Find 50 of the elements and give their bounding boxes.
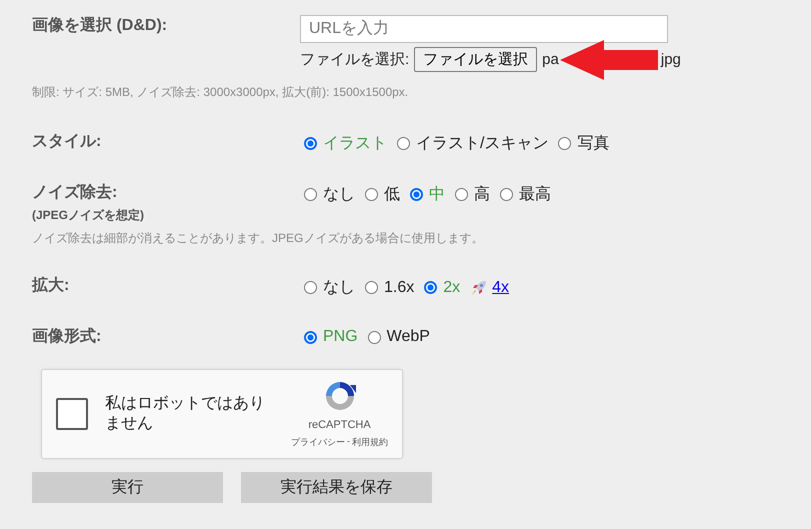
action-button[interactable]: 実行 [32,472,223,503]
option-label: スタイル: [32,132,102,152]
radio-button[interactable] [500,188,513,201]
radio-label: 最高 [519,184,551,205]
radio-button[interactable] [365,281,378,294]
radio-label: 低 [384,185,400,205]
radio-button[interactable] [397,137,410,150]
arrow-icon [558,38,659,82]
file-button[interactable]: ファイルを選択 [414,47,538,72]
upscale-link[interactable]: 4x [492,278,510,296]
option-note: ノイズ除去は細部が消えることがあります。JPEGノイズがある場合に使用します。 [32,230,484,247]
radio-label: 高 [474,184,490,205]
separator: - [347,436,350,448]
radio-label: 2x [443,278,460,296]
option-label: 拡大: [32,276,70,296]
file-name: jpg [660,51,681,68]
file-label: ファイルを選択: [300,50,410,69]
radio-button[interactable] [455,188,468,201]
captcha-brand: reCAPTCHA [308,419,371,431]
radio-button[interactable] [424,281,438,294]
field-label: 画像を選択 (D&D): [32,16,168,36]
radio-label: なし [323,278,355,298]
captcha-label: 私はロボットではありません [105,394,266,434]
option-sublabel: (JPEGノイズを想定) [32,207,146,224]
privacy-link[interactable]: プライバシー [291,436,345,449]
radio-button[interactable] [368,330,381,344]
option-label: 画像形式: [32,326,102,347]
url-field[interactable]: URLを入力 [300,15,668,43]
radio-label: イラスト/スキャン [416,134,548,154]
radio-label: なし [323,185,355,205]
option-label: ノイズ除去: [32,182,118,203]
action-button[interactable]: 実行結果を保存 [241,472,432,503]
rocket-icon [470,278,488,296]
limits-note: 制限: サイズ: 5MB, ノイズ除去: 3000x3000px, 拡大(前): 1500x1500px. [32,84,410,101]
radio-button[interactable] [410,188,423,201]
radio-button[interactable] [558,137,572,150]
radio-button[interactable] [365,188,378,201]
radio-label: 1.6x [384,278,414,296]
radio-button[interactable] [304,330,317,344]
radio-label: イラスト [323,134,387,154]
radio-button[interactable] [304,281,317,294]
terms-link[interactable]: 利用規約 [352,436,388,449]
file-name: pa [542,51,559,68]
radio-label: 中 [429,184,445,205]
radio-button[interactable] [304,137,317,150]
radio-label: PNG [323,328,358,346]
radio-label: WebP [386,328,430,346]
radio-label: 写真 [577,134,610,154]
radio-button[interactable] [304,188,317,201]
captcha-checkbox[interactable] [56,398,88,430]
